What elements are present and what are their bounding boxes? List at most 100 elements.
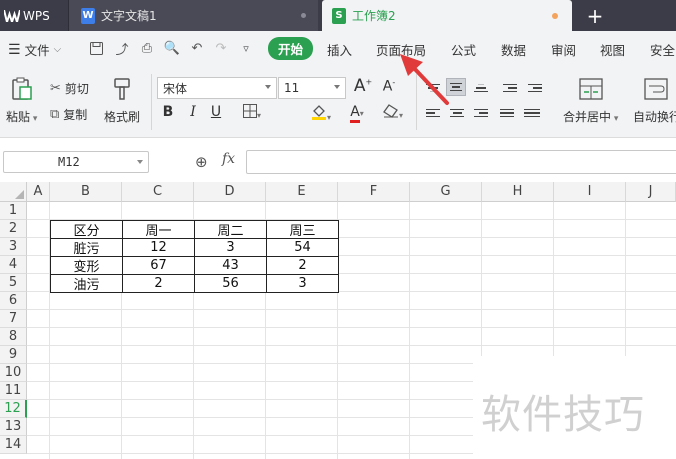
tab-close-dot[interactable] — [301, 13, 306, 18]
align-top-icon[interactable] — [423, 79, 443, 97]
align-bottom-icon[interactable] — [471, 79, 491, 97]
column-header[interactable]: B — [50, 182, 122, 202]
table-cell[interactable]: 3 — [194, 238, 267, 257]
menu-home[interactable]: 开始 — [268, 37, 314, 60]
table-header-cell[interactable]: 区分 — [50, 220, 123, 239]
column-header[interactable]: J — [626, 182, 676, 202]
formula-input[interactable] — [246, 150, 676, 174]
row-header[interactable]: 13 — [0, 418, 27, 436]
increase-indent-icon[interactable] — [525, 79, 545, 97]
tab-document[interactable]: W 文字文稿1 — [68, 0, 318, 31]
wps-home-tab[interactable]: WPS — [0, 0, 68, 31]
underline-button[interactable]: U — [206, 104, 226, 120]
menu-formulas[interactable]: 公式 — [451, 40, 476, 59]
save-icon[interactable] — [88, 40, 104, 56]
cut-button[interactable]: ✂ 剪切 — [50, 80, 89, 97]
align-left-icon[interactable] — [423, 104, 443, 122]
print-icon[interactable]: ⎙ — [139, 40, 155, 56]
print-preview-icon[interactable]: 🔍 — [164, 40, 180, 56]
table-cell[interactable]: 变形 — [50, 256, 123, 275]
table-header-cell[interactable]: 周一 — [122, 220, 195, 239]
column-header[interactable]: H — [482, 182, 554, 202]
paste-icon — [9, 76, 35, 102]
menu-insert[interactable]: 插入 — [327, 40, 352, 59]
italic-button[interactable]: I — [183, 104, 203, 120]
table-cell[interactable]: 56 — [194, 274, 267, 293]
spreadsheet-doc-icon: S — [332, 7, 346, 24]
menu-view[interactable]: 视图 — [600, 40, 625, 59]
name-box[interactable]: M12 — [3, 151, 149, 173]
borders-button[interactable]: ▾ — [238, 104, 266, 122]
fx-icon[interactable]: fx — [222, 151, 235, 167]
table-cell[interactable]: 12 — [122, 238, 195, 257]
redo-icon[interactable]: ↷ — [213, 40, 229, 56]
tab-workbook[interactable]: S 工作簿2 — [322, 0, 572, 31]
table-cell[interactable]: 2 — [122, 274, 195, 293]
row-header[interactable]: 14 — [0, 436, 27, 454]
row-header[interactable]: 5 — [0, 274, 27, 292]
row-header[interactable]: 9 — [0, 346, 27, 364]
row-header[interactable]: 12 — [0, 400, 27, 418]
column-header[interactable]: E — [266, 182, 338, 202]
row-header[interactable]: 2 — [0, 220, 27, 238]
decrease-indent-icon[interactable] — [500, 79, 520, 97]
paste-button[interactable]: 粘贴 ▾ — [6, 76, 37, 125]
menu-data[interactable]: 数据 — [501, 40, 526, 59]
menu-page-layout[interactable]: 页面布局 — [376, 40, 426, 59]
merge-center-button[interactable]: 合并居中 ▾ — [563, 76, 618, 125]
table-cell[interactable]: 54 — [266, 238, 339, 257]
font-size-select[interactable]: 11 — [278, 77, 346, 99]
row-header[interactable]: 7 — [0, 310, 27, 328]
customize-icon[interactable]: ▿ — [238, 40, 254, 56]
grow-font-button[interactable]: A+ — [353, 76, 373, 96]
table-cell[interactable]: 油污 — [50, 274, 123, 293]
row-header[interactable]: 10 — [0, 364, 27, 382]
table-cell[interactable]: 67 — [122, 256, 195, 275]
align-right-icon[interactable] — [471, 104, 491, 122]
wrap-text-button[interactable]: 自动换行 — [633, 76, 676, 125]
menu-security[interactable]: 安全 — [650, 40, 675, 59]
table-cell[interactable]: 2 — [266, 256, 339, 275]
zoom-icon[interactable]: ⊕ — [195, 153, 208, 171]
row-header[interactable]: 4 — [0, 256, 27, 274]
row-header[interactable]: 6 — [0, 292, 27, 310]
distribute-icon[interactable] — [522, 104, 542, 122]
file-menu[interactable]: ☰ 文件 ⌵ — [8, 40, 61, 59]
table-cell[interactable]: 3 — [266, 274, 339, 293]
format-painter-label: 格式刷 — [104, 110, 141, 124]
justify-icon[interactable] — [497, 104, 517, 122]
clear-format-button[interactable]: ▾ — [378, 104, 408, 122]
copy-button[interactable]: ⧉ 复制 — [50, 106, 87, 123]
column-header[interactable]: F — [338, 182, 410, 202]
table-header-cell[interactable]: 周二 — [194, 220, 267, 239]
menu-review[interactable]: 审阅 — [551, 40, 576, 59]
row-header[interactable]: 3 — [0, 238, 27, 256]
format-painter-button[interactable]: 格式刷 — [104, 76, 140, 125]
watermark: 软件技巧 — [473, 356, 676, 459]
table-header-cell[interactable]: 周三 — [266, 220, 339, 239]
column-header[interactable]: D — [194, 182, 266, 202]
font-name-select[interactable]: 宋体 — [157, 77, 277, 99]
column-header[interactable]: A — [27, 182, 50, 202]
select-all-corner[interactable] — [0, 182, 27, 202]
writer-doc-icon: W — [81, 7, 95, 24]
undo-icon[interactable]: ↶ — [189, 40, 205, 56]
row-header[interactable]: 1 — [0, 202, 27, 220]
new-tab-button[interactable]: + — [575, 0, 615, 31]
cut-label: 剪切 — [64, 82, 89, 96]
row-header[interactable]: 11 — [0, 382, 27, 400]
fill-color-button[interactable]: ▾ — [306, 104, 336, 124]
font-color-button[interactable]: A▾ — [343, 104, 371, 123]
column-header[interactable]: C — [122, 182, 194, 202]
column-header[interactable]: G — [410, 182, 482, 202]
row-header[interactable]: 8 — [0, 328, 27, 346]
shrink-font-button[interactable]: A- — [379, 78, 399, 95]
column-header[interactable]: I — [554, 182, 626, 202]
table-cell[interactable]: 脏污 — [50, 238, 123, 257]
table-cell[interactable]: 43 — [194, 256, 267, 275]
unsaved-dot[interactable] — [552, 13, 558, 19]
align-center-icon[interactable] — [447, 104, 467, 122]
export-icon[interactable]: ⤴ — [114, 40, 130, 58]
align-middle-icon[interactable] — [446, 78, 466, 96]
bold-button[interactable]: B — [158, 104, 178, 120]
